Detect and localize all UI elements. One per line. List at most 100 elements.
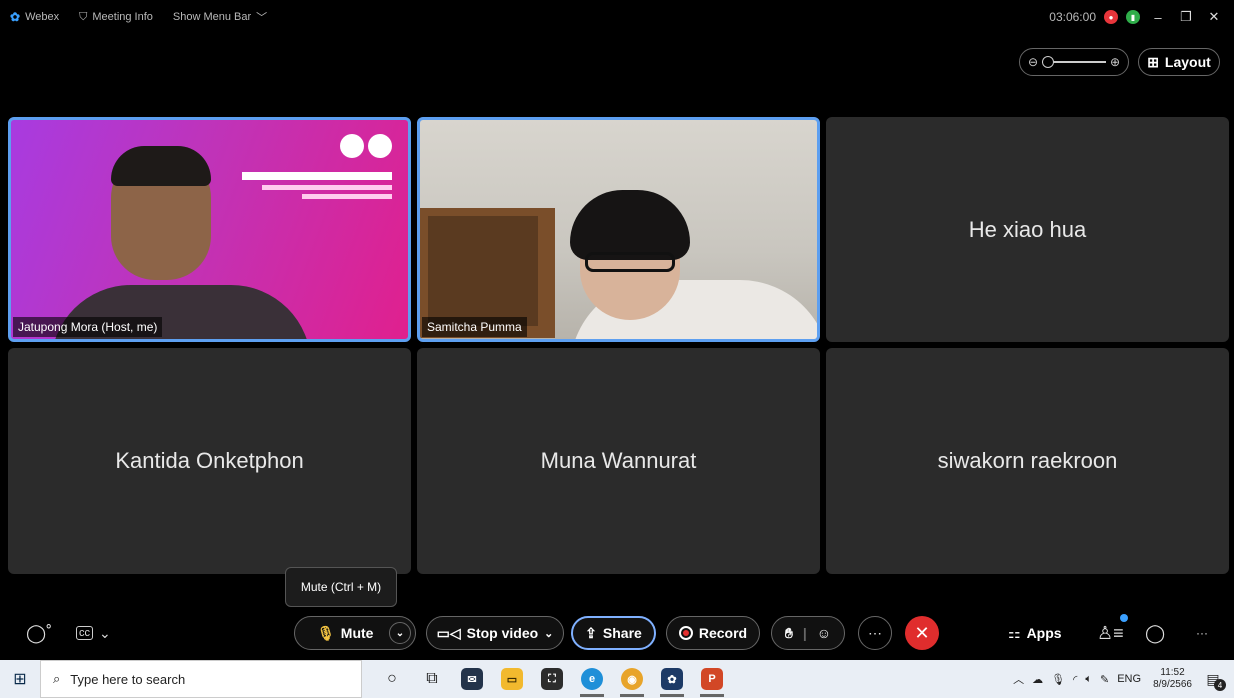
clock-date: 8/9/2566 bbox=[1153, 679, 1192, 690]
reactions-icon[interactable]: ☺ bbox=[817, 625, 831, 641]
apps-grid-icon: ⚏ bbox=[1008, 624, 1021, 641]
participant-tile-he-xiao-hua[interactable]: He xiao hua bbox=[826, 117, 1229, 342]
chat-icon[interactable]: ◯ bbox=[1145, 620, 1165, 646]
webex-app-button[interactable]: ✿ Webex bbox=[10, 10, 59, 24]
pen-icon[interactable]: ✎ bbox=[1100, 673, 1109, 686]
wifi-icon[interactable]: ◜ bbox=[1073, 673, 1077, 686]
end-call-icon[interactable]: ✕ bbox=[905, 616, 939, 650]
recording-status-icon[interactable]: ● bbox=[1104, 10, 1118, 24]
microphone-tray-icon[interactable]: 🎙︎ bbox=[1051, 673, 1065, 686]
search-placeholder: Type here to search bbox=[70, 671, 186, 687]
stop-video-label: Stop video bbox=[466, 625, 539, 641]
store-icon[interactable]: ⛶ bbox=[532, 660, 572, 698]
language-indicator[interactable]: ENG bbox=[1117, 673, 1141, 685]
reactions-group: ✋︎ | ☺ bbox=[771, 616, 845, 650]
participant-name: Kantida Onketphon bbox=[115, 448, 304, 473]
network-status-icon[interactable]: ▮ bbox=[1126, 10, 1140, 24]
powerpoint-icon[interactable]: P bbox=[692, 660, 732, 698]
clock-time: 11:52 bbox=[1160, 667, 1185, 678]
mute-button[interactable]: 🎙︎ Mute ⌄ bbox=[294, 616, 416, 650]
share-label: Share bbox=[602, 625, 642, 641]
meeting-info-label: Meeting Info bbox=[92, 11, 153, 23]
layout-button[interactable]: ⊞ Layout bbox=[1138, 48, 1220, 76]
participant-name: He xiao hua bbox=[968, 216, 1087, 242]
record-label: Record bbox=[698, 625, 748, 641]
record-icon bbox=[678, 626, 693, 640]
mail-icon[interactable]: ✉ bbox=[452, 660, 492, 698]
grid-icon: ⊞ bbox=[1147, 53, 1159, 70]
participant-name-label: Samitcha Pumma bbox=[422, 317, 527, 337]
meeting-info-button[interactable]: ⛉ Meeting Info bbox=[79, 11, 153, 24]
share-button[interactable]: ⇪ Share bbox=[571, 616, 656, 650]
webex-logo-icon: ✿ bbox=[10, 10, 21, 24]
edge-icon[interactable]: e bbox=[572, 660, 612, 698]
cortana-icon[interactable]: ○ bbox=[372, 660, 412, 698]
participant-tile-kantida[interactable]: Kantida Onketphon bbox=[8, 348, 411, 574]
chevron-down-icon: ⌄ bbox=[99, 624, 111, 641]
background-banner bbox=[242, 172, 392, 212]
close-icon[interactable]: ✕ bbox=[1204, 9, 1224, 25]
title-bar: ✿ Webex ⛉ Meeting Info Show Menu Bar ﹀ 0… bbox=[0, 0, 1234, 34]
org-logo-icon bbox=[340, 134, 392, 158]
restore-icon[interactable]: ❐ bbox=[1176, 9, 1196, 25]
participant-tile-siwakorn[interactable]: siwakorn raekroon bbox=[826, 348, 1229, 574]
windows-taskbar: ⊞ ⌕ Type here to search ○ ⧉ ✉ ▭ ⛶ e ◉ ✿ … bbox=[0, 660, 1234, 698]
mute-label: Mute bbox=[340, 625, 374, 641]
mute-options-chevron-icon[interactable]: ⌄ bbox=[389, 622, 411, 644]
zoom-in-icon[interactable]: ⊕ bbox=[1110, 55, 1120, 69]
minimize-icon[interactable]: – bbox=[1148, 10, 1168, 25]
show-menu-bar-button[interactable]: Show Menu Bar ﹀ bbox=[173, 9, 267, 25]
taskbar-search-input[interactable]: ⌕ Type here to search bbox=[40, 660, 362, 698]
search-icon: ⌕ bbox=[53, 671, 61, 686]
system-tray: ︿ ☁ 🎙︎ ◜ 🔈︎ ✎ ENG 11:52 8/9/2566 ▤ 4 bbox=[1013, 660, 1234, 698]
chevron-up-icon[interactable]: ︿ bbox=[1013, 671, 1024, 687]
more-panels-icon[interactable]: ··· bbox=[1196, 620, 1208, 646]
zoom-knob[interactable] bbox=[1042, 56, 1055, 68]
stop-video-button[interactable]: ▭◁ Stop video ⌄ bbox=[426, 616, 564, 650]
taskbar-apps: ○ ⧉ ✉ ▭ ⛶ e ◉ ✿ P bbox=[372, 660, 732, 698]
notification-count-badge: 4 bbox=[1214, 679, 1226, 691]
chevron-down-icon: ﹀ bbox=[256, 12, 268, 24]
participant-name: siwakorn raekroon bbox=[937, 448, 1118, 473]
meeting-timer: 03:06:00 bbox=[1049, 10, 1096, 24]
apps-label: Apps bbox=[1026, 625, 1062, 641]
notification-center-icon[interactable]: ▤ 4 bbox=[1200, 666, 1226, 692]
chrome-icon[interactable]: ◉ bbox=[612, 660, 652, 698]
closed-captions-icon: cc bbox=[76, 626, 93, 640]
video-zoom-slider[interactable]: ⊖ ⊕ bbox=[1019, 48, 1129, 76]
participants-notification-dot bbox=[1120, 614, 1128, 622]
zoom-track[interactable] bbox=[1042, 56, 1106, 68]
file-explorer-icon[interactable]: ▭ bbox=[492, 660, 532, 698]
record-button[interactable]: Record bbox=[666, 616, 760, 650]
windows-start-icon[interactable]: ⊞ bbox=[0, 660, 40, 698]
mute-tooltip: Mute (Ctrl + M) bbox=[285, 567, 397, 607]
shield-icon: ⛉ bbox=[79, 10, 88, 23]
captions-button[interactable]: cc ⌄ bbox=[76, 620, 111, 646]
show-menu-bar-label: Show Menu Bar bbox=[172, 11, 252, 23]
meeting-controls-bar: ◯˚ cc ⌄ 🎙︎ Mute ⌄ ▭◁ Stop video ⌄ ⇪ Shar… bbox=[0, 612, 1234, 656]
raise-hand-icon[interactable]: ✋︎ bbox=[785, 625, 793, 642]
apps-button[interactable]: ⚏ Apps bbox=[1008, 620, 1062, 646]
participant-name-label: Jatupong Mora (Host, me) bbox=[13, 317, 163, 337]
participant-tile-samitcha[interactable]: Samitcha Pumma bbox=[417, 117, 820, 342]
more-options-icon[interactable]: ⋯ bbox=[858, 616, 892, 650]
title-bar-left: ✿ Webex ⛉ Meeting Info Show Menu Bar ﹀ bbox=[0, 9, 287, 25]
share-screen-icon: ⇪ bbox=[585, 624, 597, 641]
participant-tile-jatupong[interactable]: Jatupong Mora (Host, me) bbox=[8, 117, 411, 342]
participant-name: Muna Wannurat bbox=[540, 448, 697, 473]
layout-label: Layout bbox=[1164, 54, 1211, 70]
speaker-icon[interactable]: 🔈︎ bbox=[1085, 673, 1092, 686]
microphone-icon: 🎙︎ bbox=[317, 624, 335, 641]
webex-meeting-window: ✿ Webex ⛉ Meeting Info Show Menu Bar ﹀ 0… bbox=[0, 0, 1234, 698]
chevron-down-icon[interactable]: ⌄ bbox=[544, 627, 553, 640]
webex-taskbar-icon[interactable]: ✿ bbox=[652, 660, 692, 698]
participants-icon[interactable]: ♙≡ bbox=[1097, 620, 1124, 646]
participant-tile-muna[interactable]: Muna Wannurat bbox=[417, 348, 820, 574]
app-name: Webex bbox=[25, 11, 60, 23]
taskbar-clock[interactable]: 11:52 8/9/2566 bbox=[1153, 667, 1192, 691]
zoom-out-icon[interactable]: ⊖ bbox=[1028, 55, 1038, 69]
video-camera-icon: ▭◁ bbox=[436, 624, 461, 641]
onedrive-icon[interactable]: ☁ bbox=[1032, 673, 1043, 686]
task-view-icon[interactable]: ⧉ bbox=[412, 660, 452, 698]
connection-icon[interactable]: ◯˚ bbox=[26, 620, 52, 646]
